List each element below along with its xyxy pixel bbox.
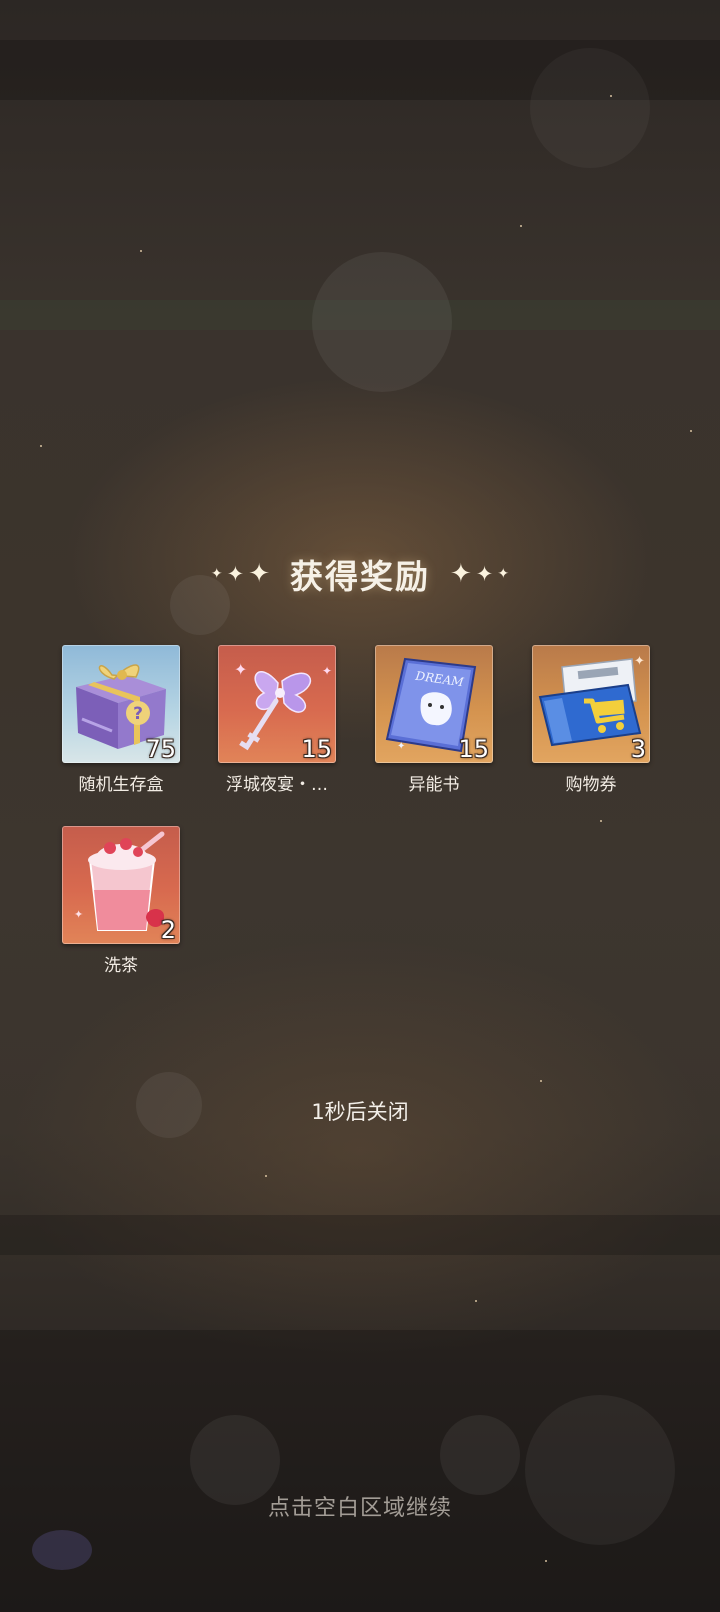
background-shelf-mid <box>0 300 720 330</box>
reward-name: 洗茶 <box>104 956 138 976</box>
bokeh-light <box>525 1395 675 1545</box>
reward-icon-frame: ? 75 <box>62 645 180 763</box>
reward-quantity: 15 <box>458 735 489 763</box>
reward-item[interactable]: DREAM ✦ 15 异能书 <box>375 645 493 795</box>
bokeh-light <box>530 48 650 168</box>
sparkle-left-icon: ✦ ✦ ✦ <box>210 559 270 589</box>
sparkle-dot <box>600 820 602 822</box>
sparkle-dot <box>475 1300 477 1302</box>
reward-icon-frame: ✦ 2 <box>62 826 180 944</box>
reward-item[interactable]: ? 75 随机生存盒 <box>62 645 180 795</box>
bokeh-light <box>312 252 452 392</box>
svg-text:✦: ✦ <box>634 654 645 669</box>
background-floor <box>0 1330 720 1612</box>
sparkle-right-icon: ✦ ✦ ✦ <box>450 559 510 589</box>
sparkle-dot <box>610 95 612 97</box>
reward-name: 随机生存盒 <box>78 775 164 795</box>
svg-text:✦: ✦ <box>322 664 332 678</box>
svg-text:✦: ✦ <box>234 660 247 679</box>
svg-text:?: ? <box>133 704 143 724</box>
reward-title: 获得奖励 <box>290 557 430 596</box>
reward-quantity: 3 <box>630 735 646 763</box>
reward-quantity: 75 <box>145 735 176 763</box>
reward-item[interactable]: ✦ 3 购物券 <box>532 645 650 795</box>
sparkle-dot <box>265 1175 267 1177</box>
background-counter <box>0 1215 720 1255</box>
sparkle-dot <box>520 225 522 227</box>
svg-text:✦: ✦ <box>397 741 405 752</box>
sparkle-dot <box>690 430 692 432</box>
svg-text:✦: ✦ <box>74 908 83 921</box>
reward-item[interactable]: ✦ 2 洗茶 <box>62 826 180 976</box>
reward-icon-frame: ✦ ✦ 15 <box>218 645 336 763</box>
auto-close-countdown: 1秒后关闭 <box>311 1100 409 1124</box>
reward-item[interactable]: ✦ ✦ 15 浮城夜宴・… <box>218 645 336 795</box>
reward-quantity: 15 <box>301 735 332 763</box>
bokeh-light <box>32 1530 92 1570</box>
reward-icon-frame: DREAM ✦ 15 <box>375 645 493 763</box>
sparkle-dot <box>540 1080 542 1082</box>
sparkle-dot <box>545 1560 547 1562</box>
reward-name: 浮城夜宴・… <box>226 775 328 795</box>
sparkle-dot <box>140 250 142 252</box>
reward-icon-frame: ✦ 3 <box>532 645 650 763</box>
reward-name: 购物券 <box>565 775 617 795</box>
background-shelf-top <box>0 40 720 100</box>
tap-to-continue-hint[interactable]: 点击空白区域继续 <box>0 1490 720 1522</box>
bokeh-light <box>440 1415 520 1495</box>
reward-title-row: ✦ ✦ ✦ 获得奖励 ✦ ✦ ✦ <box>0 550 720 598</box>
sparkle-dot <box>40 445 42 447</box>
reward-quantity: 2 <box>160 916 176 944</box>
reward-name: 异能书 <box>408 775 460 795</box>
